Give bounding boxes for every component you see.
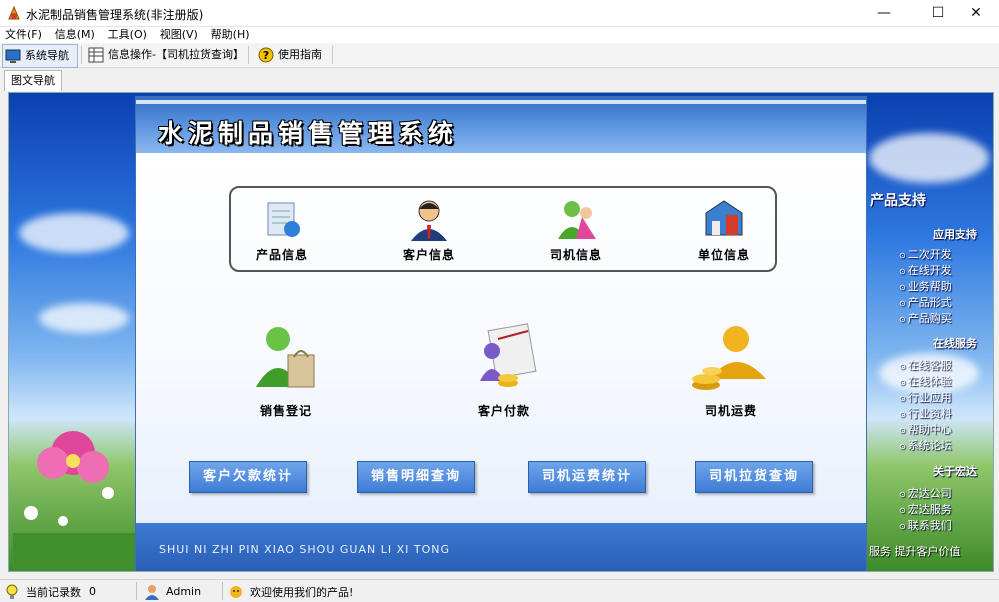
menu-view[interactable]: 视图(V) (155, 27, 202, 43)
status-user: Admin (144, 583, 201, 600)
cloud-decoration (19, 213, 129, 253)
status-bar: 当前记录数 0 Admin 欢迎使用我们的产品! (0, 579, 999, 602)
gold-user-coins-icon (692, 326, 766, 390)
graphic-nav-area: 水泥制品销售管理系统 产品信息 客户信息 司机信息 单位信息 销售登记 客户付款… (8, 92, 994, 572)
driver-info-label: 司机信息 (549, 248, 602, 262)
side-link[interactable]: 产品购买 (899, 310, 952, 326)
unit-info-label: 单位信息 (697, 248, 750, 262)
records-value: 0 (89, 585, 96, 598)
customer-debt-stats-button[interactable]: 客户欠款统计 (189, 461, 307, 493)
customer-info-label: 客户信息 (402, 248, 455, 262)
side-link[interactable]: 帮助中心 (899, 421, 952, 437)
svg-text:?: ? (263, 49, 269, 62)
sales-register-item[interactable]: 销售登记 (248, 321, 324, 419)
product-info-label: 产品信息 (255, 248, 308, 262)
welcome-icon (230, 585, 242, 598)
side-link[interactable]: 在线体验 (899, 373, 952, 389)
side-link[interactable]: 在线客服 (899, 357, 952, 373)
app-icon (8, 5, 20, 20)
section-title: 应用支持 (933, 228, 977, 241)
help-icon: ? (258, 47, 274, 63)
toolbar-divider (81, 46, 82, 64)
header-stripe (136, 100, 866, 104)
side-link[interactable]: 系统论坛 (899, 437, 952, 453)
menu-file[interactable]: 文件(F) (0, 27, 46, 43)
driver-pickup-query-button[interactable]: 司机拉货查询 (695, 461, 813, 493)
building-icon (705, 200, 743, 236)
document-icon (267, 202, 300, 237)
cloud-decoration (39, 303, 129, 333)
payment-icon (480, 323, 537, 387)
customer-info-item[interactable]: 客户信息 (399, 195, 459, 263)
system-nav-label: 系统导航 (25, 49, 69, 62)
user-shopping-bag-icon (256, 327, 315, 388)
lightbulb-icon (6, 584, 18, 599)
monitor-icon (5, 49, 21, 63)
info-operation-label: 信息操作-【司机拉货查询】 (108, 48, 244, 61)
welcome-text: 欢迎使用我们的产品! (250, 585, 354, 599)
tab-strip: 图文导航 (0, 68, 999, 91)
user-guide-button[interactable]: ? 使用指南 (256, 44, 322, 66)
driver-freight-stats-button[interactable]: 司机运费统计 (528, 461, 646, 493)
window-title: 水泥制品销售管理系统(非注册版) (26, 8, 204, 22)
close-button[interactable]: ✕ (953, 0, 999, 26)
businessman-icon (411, 200, 447, 241)
side-link[interactable]: 行业资料 (899, 405, 952, 421)
sales-register-label: 销售登记 (259, 404, 312, 418)
status-records: 当前记录数 0 (4, 583, 96, 600)
customer-payment-label: 客户付款 (477, 404, 530, 418)
menu-help[interactable]: 帮助(H) (206, 27, 254, 43)
customer-payment-item[interactable]: 客户付款 (466, 321, 542, 419)
records-label: 当前记录数 (26, 585, 81, 599)
side-link[interactable]: 联系我们 (899, 517, 952, 533)
minimize-button[interactable]: — (861, 0, 907, 26)
toolbar: 系统导航 信息操作-【司机拉货查询】 ? 使用指南 (0, 43, 999, 68)
user-icon (145, 584, 159, 600)
section-title: 关于宏达 (933, 465, 977, 478)
sales-detail-query-button[interactable]: 销售明细查询 (357, 461, 475, 493)
side-link[interactable]: 在线开发 (899, 262, 952, 278)
panel-body: 产品信息 客户信息 司机信息 单位信息 销售登记 客户付款 司机运费 客户欠款统… (136, 153, 866, 523)
support-sidebar: 产品支持 应用支持 二次开发 在线开发 业务帮助 产品形式 产品购买 在线服务 … (867, 183, 987, 571)
panel-title: 水泥制品销售管理系统 (158, 119, 459, 148)
status-divider (136, 582, 137, 600)
section-title: 在线服务 (933, 337, 977, 350)
unit-info-item[interactable]: 单位信息 (694, 195, 754, 263)
side-link[interactable]: 宏达服务 (899, 501, 952, 517)
side-link[interactable]: 行业应用 (899, 389, 952, 405)
title-bar: 水泥制品销售管理系统(非注册版) — ☐ ✕ (0, 0, 999, 27)
footer-pinyin: SHUI NI ZHI PIN XIAO SHOU GUAN LI XI TON… (159, 543, 450, 556)
cloud-decoration (869, 133, 989, 183)
side-link[interactable]: 业务帮助 (899, 278, 952, 294)
driver-freight-item[interactable]: 司机运费 (686, 321, 776, 419)
system-nav-button[interactable]: 系统导航 (2, 44, 78, 68)
menu-bar: 文件(F) 信息(M) 工具(O) 视图(V) 帮助(H) (0, 27, 999, 43)
side-link[interactable]: 二次开发 (899, 246, 952, 262)
sidebar-footer-text: 服务 提升客户价值 (869, 545, 961, 558)
table-icon (88, 47, 104, 63)
menu-tools[interactable]: 工具(O) (103, 27, 151, 43)
support-heading: 产品支持 (870, 193, 926, 209)
product-info-item[interactable]: 产品信息 (252, 195, 312, 263)
flower-decoration (13, 431, 137, 571)
toolbar-divider (248, 46, 249, 64)
driver-freight-label: 司机运费 (704, 404, 757, 418)
toolbar-divider (332, 46, 333, 64)
status-divider (222, 582, 223, 600)
menu-info[interactable]: 信息(M) (50, 27, 99, 43)
user-name: Admin (166, 585, 202, 598)
status-message: 欢迎使用我们的产品! (228, 583, 353, 600)
panel-footer: SHUI NI ZHI PIN XIAO SHOU GUAN LI XI TON… (136, 523, 866, 571)
users-icon (558, 201, 596, 239)
driver-info-item[interactable]: 司机信息 (546, 195, 606, 263)
main-panel: 水泥制品销售管理系统 产品信息 客户信息 司机信息 单位信息 销售登记 客户付款… (135, 96, 867, 571)
tab-graphic-nav[interactable]: 图文导航 (4, 70, 62, 91)
panel-header: 水泥制品销售管理系统 (136, 97, 866, 153)
side-link[interactable]: 宏达公司 (899, 485, 952, 501)
side-link[interactable]: 产品形式 (899, 294, 952, 310)
info-operation-button[interactable]: 信息操作-【司机拉货查询】 (86, 44, 244, 66)
user-guide-label: 使用指南 (278, 48, 322, 61)
